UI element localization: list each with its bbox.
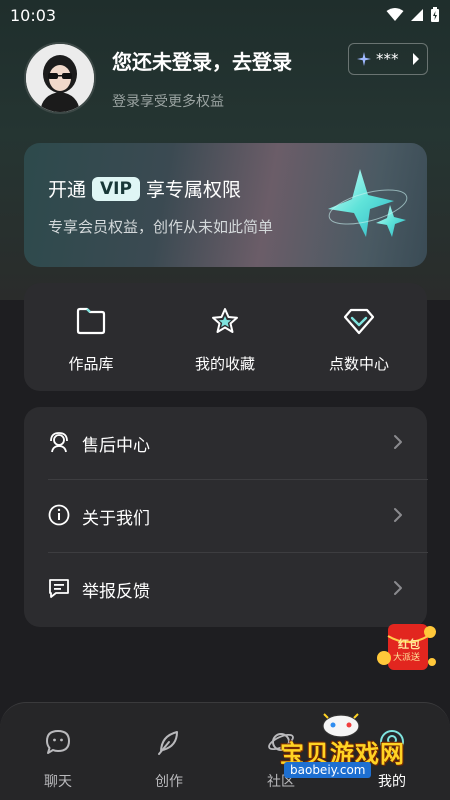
chevron-right-icon <box>394 581 402 595</box>
points-value: *** <box>376 50 399 68</box>
quick-action-label: 点数中心 <box>328 355 389 373</box>
signal-icon <box>411 9 423 21</box>
watermark: 宝贝游戏网 baobeiy.com <box>276 708 426 790</box>
quick-action-label: 我的收藏 <box>194 355 255 373</box>
menu-item-after-sales[interactable]: 售后中心 <box>24 407 427 479</box>
menu-item-about[interactable]: 关于我们 <box>24 480 427 552</box>
feedback-icon <box>49 579 69 598</box>
vip-title-suffix: 享专属权限 <box>145 179 241 201</box>
folder-icon <box>76 307 106 335</box>
chevron-right-icon <box>394 435 402 449</box>
points-button[interactable]: *** <box>348 43 428 75</box>
quick-action-label: 作品库 <box>68 355 114 373</box>
quick-action-works[interactable]: 作品库 <box>36 303 146 374</box>
avatar[interactable] <box>24 42 96 114</box>
quick-action-points[interactable]: 点数中心 <box>304 303 414 374</box>
login-subtitle: 登录享受更多权益 <box>112 94 224 110</box>
nav-tab-label: 聊天 <box>44 774 72 790</box>
battery-icon <box>431 7 439 22</box>
vip-banner[interactable]: 开通 VIP 享专属权限 专享会员权益，创作从未如此简单 <box>24 143 427 267</box>
sparkle-icon <box>357 52 371 66</box>
status-time: 10:03 <box>10 6 57 25</box>
customer-service-icon <box>50 432 68 453</box>
feather-icon <box>158 731 178 755</box>
nav-tab-create[interactable]: 创作 <box>129 727 209 791</box>
vip-title: 开通 VIP 享专属权限 <box>48 175 241 202</box>
vip-subtitle: 专享会员权益，创作从未如此简单 <box>48 218 274 236</box>
avatar-image <box>26 44 94 112</box>
diamond-icon <box>343 308 375 335</box>
status-bar: 10:03 <box>0 0 450 32</box>
star-icon <box>212 308 238 333</box>
menu-item-report[interactable]: 举报反馈 <box>24 553 427 625</box>
login-title[interactable]: 您还未登录，去登录 <box>112 46 292 75</box>
chat-icon <box>46 730 70 754</box>
red-envelope-line2: 大派送 <box>393 653 421 663</box>
nav-tab-label: 创作 <box>155 774 183 790</box>
chevron-right-icon <box>394 508 402 522</box>
chevron-right-icon <box>413 53 419 65</box>
menu-item-label: 售后中心 <box>82 436 150 456</box>
watermark-url: baobeiy.com <box>284 762 372 778</box>
vip-badge: VIP <box>92 176 140 201</box>
star-sparkle-icon <box>328 169 408 237</box>
menu-item-label: 关于我们 <box>82 509 150 529</box>
status-icons <box>386 7 440 23</box>
vip-title-prefix: 开通 <box>48 179 87 201</box>
info-icon <box>48 504 70 526</box>
menu-item-label: 举报反馈 <box>82 582 150 602</box>
red-envelope-promo[interactable]: 红包 大派送 <box>376 618 438 676</box>
nav-tab-chat[interactable]: 聊天 <box>18 727 98 791</box>
wifi-icon <box>386 8 404 21</box>
quick-actions-card: 作品库 我的收藏 点数中心 <box>24 283 427 391</box>
menu-card: 售后中心 关于我们 举报反馈 <box>24 407 428 627</box>
quick-action-favorites[interactable]: 我的收藏 <box>170 303 280 374</box>
